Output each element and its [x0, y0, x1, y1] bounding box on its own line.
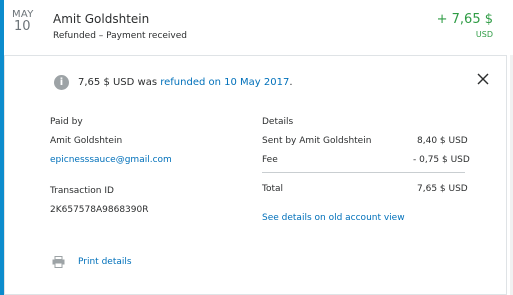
counterparty-name: Amit Goldshtein — [53, 12, 150, 26]
transaction-summary-row[interactable]: MAY 10 Amit Goldshtein Refunded – Paymen… — [0, 0, 513, 55]
printer-icon[interactable] — [52, 256, 65, 268]
details-row-label: Fee — [262, 155, 278, 165]
refund-notice-amount: 7,65 $ USD was — [78, 77, 161, 88]
details-divider — [262, 172, 465, 173]
refund-notice: 7,65 $ USD was refunded on 10 May 2017. — [78, 77, 293, 88]
details-row-value: 8,40 $ USD — [417, 136, 468, 146]
transaction-id-label: Transaction ID — [50, 186, 114, 196]
refund-notice-period: . — [289, 77, 293, 88]
details-label: Details — [262, 117, 294, 127]
transaction-status: Refunded – Payment received — [53, 31, 188, 41]
info-icon: i — [54, 75, 69, 90]
date-day: 10 — [14, 19, 31, 34]
transaction-amount: + 7,65 $ — [436, 12, 493, 27]
total-value: 7,65 $ USD — [417, 184, 468, 194]
total-label: Total — [262, 184, 284, 194]
close-icon[interactable] — [475, 71, 491, 87]
details-row-label: Sent by Amit Goldshtein — [262, 136, 372, 146]
old-account-view-link[interactable]: See details on old account view — [262, 213, 405, 223]
paid-by-label: Paid by — [50, 117, 83, 127]
paid-by-name: Amit Goldshtein — [50, 136, 123, 146]
paid-by-email[interactable]: epicnesssauce@gmail.com — [50, 155, 172, 165]
print-details-link[interactable]: Print details — [78, 257, 132, 267]
selection-indicator — [0, 0, 4, 55]
refund-date-link[interactable]: refunded on 10 May 2017 — [160, 77, 289, 88]
details-row-value: - 0,75 $ USD — [413, 155, 470, 165]
transaction-detail-panel: i 7,65 $ USD was refunded on 10 May 2017… — [4, 55, 507, 295]
transaction-currency: USD — [475, 30, 493, 39]
transaction-id-value: 2K657578A9868390R — [50, 205, 149, 215]
